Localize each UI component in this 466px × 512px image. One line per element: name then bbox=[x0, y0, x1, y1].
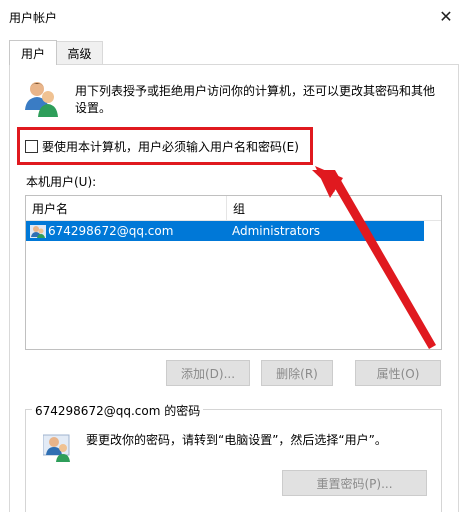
password-hint-text: 要更改你的密码，请转到“电脑设置”，然后选择“用户”。 bbox=[86, 433, 387, 447]
close-button[interactable]: ✕ bbox=[426, 0, 466, 32]
listview-header: 用户名 组 bbox=[26, 196, 441, 221]
title-bar: 用户帐户 ✕ bbox=[0, 0, 466, 32]
local-users-label: 本机用户(U): bbox=[26, 175, 97, 189]
add-button[interactable]: 添加(D)... bbox=[166, 360, 250, 386]
user-icon bbox=[30, 225, 46, 238]
tab-users[interactable]: 用户 bbox=[9, 40, 57, 65]
user-password-icon bbox=[43, 434, 70, 462]
password-group-title: 674298672@qq.com 的密码 bbox=[32, 402, 204, 419]
window-title: 用户帐户 bbox=[9, 11, 58, 25]
cell-username: 674298672@qq.com bbox=[48, 224, 174, 238]
users-icon bbox=[25, 82, 58, 117]
table-row[interactable]: 674298672@qq.com Administrators bbox=[26, 221, 424, 241]
column-header-username[interactable]: 用户名 bbox=[26, 196, 227, 220]
description-text: 用下列表授予或拒绝用户访问你的计算机，还可以更改其密码和其他设置。 bbox=[75, 84, 436, 115]
reset-password-button[interactable]: 重置密码(P)... bbox=[282, 470, 427, 496]
users-listview[interactable]: 用户名 组 674298672@qq.com Administrators bbox=[25, 195, 442, 350]
column-header-group[interactable]: 组 bbox=[227, 196, 441, 220]
cell-group: Administrators bbox=[232, 224, 321, 238]
properties-button[interactable]: 属性(O) bbox=[355, 360, 441, 386]
password-groupbox bbox=[25, 409, 442, 512]
remove-button[interactable]: 删除(R) bbox=[261, 360, 333, 386]
tab-advanced[interactable]: 高级 bbox=[56, 41, 103, 64]
close-icon: ✕ bbox=[439, 6, 453, 26]
annotation-highlight-box bbox=[17, 127, 313, 165]
